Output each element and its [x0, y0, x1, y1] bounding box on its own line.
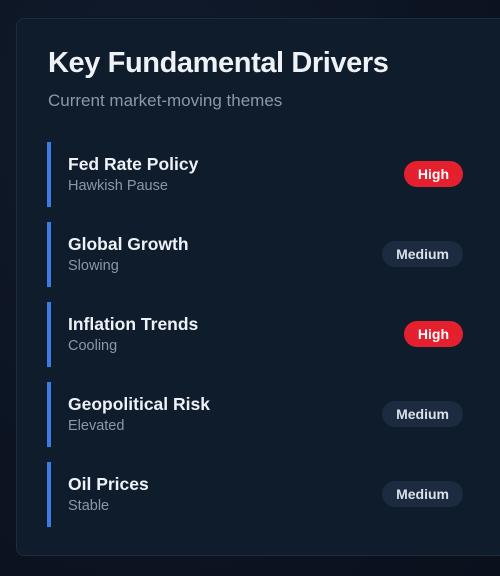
driver-item-geopolitical-risk: Geopolitical Risk Elevated Medium	[47, 382, 463, 447]
impact-badge: High	[403, 161, 463, 187]
card-title: Key Fundamental Drivers	[48, 47, 389, 79]
driver-item-fed-rate-policy: Fed Rate Policy Hawkish Pause High	[47, 142, 463, 207]
impact-badge: Medium	[382, 481, 463, 507]
impact-badge: High	[403, 321, 463, 347]
driver-status: Hawkish Pause	[68, 178, 168, 194]
driver-item-inflation-trends: Inflation Trends Cooling High	[47, 302, 463, 367]
fundamental-drivers-card: Key Fundamental Drivers Current market-m…	[16, 18, 500, 556]
driver-status: Cooling	[68, 338, 118, 354]
card-subtitle: Current market-moving themes	[48, 91, 283, 110]
driver-item-oil-prices: Oil Prices Stable Medium	[47, 462, 463, 527]
impact-badge: Medium	[382, 241, 463, 267]
driver-item-global-growth: Global Growth Slowing Medium	[47, 222, 463, 287]
impact-badge: Medium	[382, 401, 463, 427]
drivers-list: Fed Rate Policy Hawkish Pause High Globa…	[47, 142, 463, 542]
